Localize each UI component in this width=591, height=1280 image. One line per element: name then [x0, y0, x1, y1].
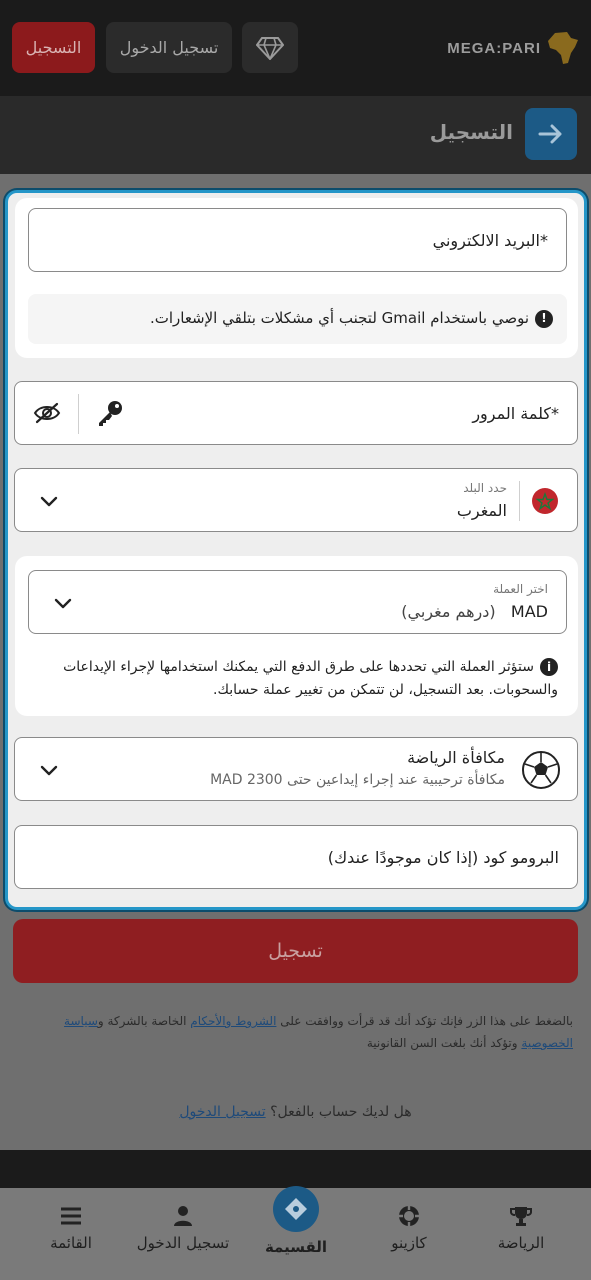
exclamation-icon: ! — [535, 309, 553, 328]
diamond-icon — [256, 36, 284, 60]
country-divider — [519, 481, 520, 521]
arrow-right-icon — [538, 124, 562, 144]
bonus-title: مكافأة الرياضة — [407, 748, 505, 767]
nav-casino[interactable]: كازينو — [354, 1204, 464, 1252]
ticket-icon — [285, 1198, 307, 1220]
currency-name: (درهم مغربي) — [401, 602, 496, 621]
nav-coupon[interactable]: القسيمة — [241, 1238, 351, 1256]
nav-menu-label: القائمة — [50, 1234, 92, 1252]
chevron-down-icon — [54, 598, 72, 609]
nav-sports-label: الرياضة — [497, 1234, 545, 1252]
africa-map-icon — [548, 32, 578, 64]
bonus-description: مكافأة ترحيبية عند إجراء إيداعين حتى MAD… — [210, 772, 505, 788]
bottom-strip — [0, 1150, 591, 1188]
nav-casino-label: كازينو — [391, 1234, 427, 1252]
terms-text: بالضغط على هذا الزر فإنك تؤكد أنك قد قرأ… — [13, 1010, 573, 1054]
nav-coupon-label: القسيمة — [264, 1238, 328, 1256]
terms-suffix: وتؤكد أنك بلغت السن القانونية — [366, 1036, 518, 1050]
currency-value: MAD (درهم مغربي) — [401, 602, 548, 621]
have-account-row: هل لديك حساب بالفعل؟ تسجيل الدخول — [0, 1104, 591, 1120]
country-label: حدد البلد — [463, 481, 507, 495]
country-value: المغرب — [456, 501, 507, 520]
back-button[interactable] — [525, 108, 577, 160]
email-field[interactable]: البريد الالكتروني* — [28, 208, 567, 272]
logo-text: MEGA:PARI — [447, 39, 541, 57]
user-icon — [174, 1206, 192, 1226]
currency-note-text: ستؤثر العملة التي تحددها على طرق الدفع ا… — [63, 659, 558, 698]
bottom-navigation: الرياضة كازينو القسيمة تسجيل الدخول القا… — [0, 1186, 591, 1280]
chevron-down-icon — [40, 765, 58, 776]
megapari-logo[interactable]: MEGA:PARI — [447, 30, 579, 66]
morocco-flag-icon — [532, 488, 558, 514]
nav-menu[interactable]: القائمة — [16, 1204, 126, 1252]
currency-section: اختر العملة MAD (درهم مغربي) iستؤثر العم… — [15, 556, 578, 716]
currency-select[interactable]: اختر العملة MAD (درهم مغربي) — [28, 570, 567, 634]
page-title: التسجيل — [429, 120, 513, 144]
coupon-button[interactable] — [273, 1186, 319, 1232]
login-button-top[interactable]: تسجيل الدخول — [106, 22, 232, 73]
country-select[interactable]: حدد البلد المغرب — [14, 468, 578, 532]
login-link[interactable]: تسجيل الدخول — [179, 1104, 265, 1120]
email-placeholder: البريد الالكتروني* — [432, 231, 548, 250]
submit-register-button[interactable]: تسجيل — [13, 919, 578, 983]
nav-login-label: تسجيل الدخول — [136, 1234, 230, 1252]
key-icon — [99, 401, 122, 426]
currency-note: iستؤثر العملة التي تحددها على طرق الدفع … — [38, 656, 558, 702]
gmail-note: ! نوصي باستخدام Gmail لتجنب أي مشكلات بتل… — [150, 307, 553, 330]
registration-form: البريد الالكتروني* ! نوصي باستخدام Gmail … — [5, 190, 587, 910]
promo-placeholder: البرومو كود (إذا كان موجودًا عندك) — [327, 848, 559, 867]
eye-off-icon[interactable] — [33, 402, 61, 424]
bonus-select[interactable]: مكافأة الرياضة مكافأة ترحيبية عند إجراء … — [14, 737, 578, 801]
password-divider — [78, 394, 79, 434]
hamburger-menu-icon — [61, 1207, 81, 1225]
register-button-top[interactable]: التسجيل — [12, 22, 95, 73]
currency-code: MAD — [510, 602, 548, 621]
password-placeholder: كلمة المرور* — [472, 404, 559, 423]
trophy-icon — [510, 1207, 532, 1226]
password-field[interactable]: كلمة المرور* — [14, 381, 578, 445]
info-icon: i — [540, 658, 558, 676]
terms-link[interactable]: الشروط والأحكام — [190, 1014, 276, 1028]
currency-label: اختر العملة — [493, 582, 548, 596]
promo-code-field[interactable]: البرومو كود (إذا كان موجودًا عندك) — [14, 825, 578, 889]
casino-chip-icon — [399, 1206, 419, 1226]
soccer-ball-icon — [522, 751, 560, 789]
gmail-note-box: ! نوصي باستخدام Gmail لتجنب أي مشكلات بتل… — [28, 294, 567, 344]
have-account-text: هل لديك حساب بالفعل؟ — [270, 1104, 412, 1120]
terms-middle: الخاصة بالشركة و — [97, 1014, 187, 1028]
chevron-down-icon — [40, 496, 58, 507]
nav-login[interactable]: تسجيل الدخول — [128, 1204, 238, 1252]
nav-sports[interactable]: الرياضة — [466, 1204, 576, 1252]
terms-prefix: بالضغط على هذا الزر فإنك تؤكد أنك قد قرأ… — [280, 1014, 573, 1028]
gmail-note-text: نوصي باستخدام Gmail لتجنب أي مشكلات بتلق… — [149, 309, 529, 327]
email-section: البريد الالكتروني* ! نوصي باستخدام Gmail … — [15, 198, 578, 358]
vip-button[interactable] — [242, 22, 298, 73]
